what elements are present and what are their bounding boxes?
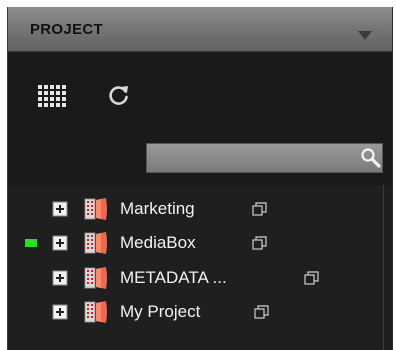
plus-box-icon[interactable] xyxy=(52,201,68,217)
plus-box-icon[interactable] xyxy=(52,304,68,320)
panel-title: PROJECT xyxy=(30,21,103,38)
tree-item[interactable]: Marketing xyxy=(8,193,392,227)
project-book-icon xyxy=(84,231,110,255)
search-icon[interactable] xyxy=(360,147,382,169)
popout-window-icon[interactable] xyxy=(252,202,267,216)
plus-box-icon[interactable] xyxy=(52,235,68,251)
grid-view-icon[interactable] xyxy=(38,85,66,107)
search-input[interactable] xyxy=(146,143,383,173)
status-indicator xyxy=(25,239,37,247)
tree-item-label: Marketing xyxy=(120,199,195,218)
project-book-icon xyxy=(84,197,110,221)
refresh-icon[interactable] xyxy=(107,83,131,107)
plus-box-icon[interactable] xyxy=(52,270,68,286)
tree-item-label: METADATA ... xyxy=(120,268,227,287)
project-book-icon xyxy=(84,300,110,324)
popout-window-icon[interactable] xyxy=(304,271,319,285)
panel-header[interactable]: PROJECT xyxy=(8,7,392,52)
project-panel: PROJECT Marketing MediaBox METADATA ... … xyxy=(7,7,393,350)
tree-item[interactable]: MediaBox xyxy=(8,227,392,261)
project-tree: Marketing MediaBox METADATA ... My Project xyxy=(8,185,392,350)
triangle-down-icon[interactable] xyxy=(358,27,372,40)
tree-item-label: MediaBox xyxy=(120,233,196,252)
popout-window-icon[interactable] xyxy=(254,305,269,319)
popout-window-icon[interactable] xyxy=(252,236,267,250)
tree-item[interactable]: My Project xyxy=(8,296,392,330)
tree-item[interactable]: METADATA ... xyxy=(8,262,392,296)
panel-toolbar xyxy=(8,53,392,185)
tree-item-label: My Project xyxy=(120,302,201,321)
project-book-icon xyxy=(84,266,110,290)
